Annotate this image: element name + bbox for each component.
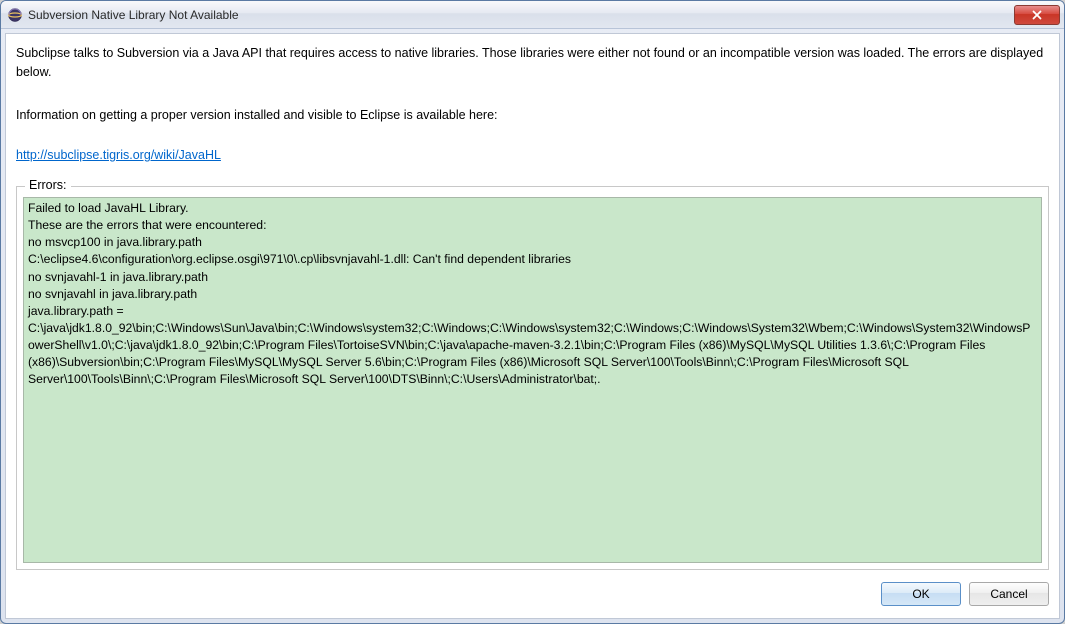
button-bar: OK Cancel bbox=[16, 570, 1049, 606]
titlebar[interactable]: Subversion Native Library Not Available bbox=[1, 1, 1064, 29]
description-text: Subclipse talks to Subversion via a Java… bbox=[16, 44, 1049, 82]
cancel-button[interactable]: Cancel bbox=[969, 582, 1049, 606]
errors-label: Errors: bbox=[25, 178, 71, 192]
errors-textarea[interactable] bbox=[23, 197, 1042, 563]
dialog-window: Subversion Native Library Not Available … bbox=[0, 0, 1065, 624]
eclipse-icon bbox=[7, 7, 23, 23]
dialog-content: Subclipse talks to Subversion via a Java… bbox=[5, 33, 1060, 619]
window-title: Subversion Native Library Not Available bbox=[28, 8, 1014, 22]
close-icon bbox=[1032, 10, 1042, 20]
close-button[interactable] bbox=[1014, 5, 1060, 25]
info-text: Information on getting a proper version … bbox=[16, 106, 1049, 125]
help-link[interactable]: http://subclipse.tigris.org/wiki/JavaHL bbox=[16, 148, 1049, 162]
errors-group: Errors: bbox=[16, 186, 1049, 570]
ok-button[interactable]: OK bbox=[881, 582, 961, 606]
